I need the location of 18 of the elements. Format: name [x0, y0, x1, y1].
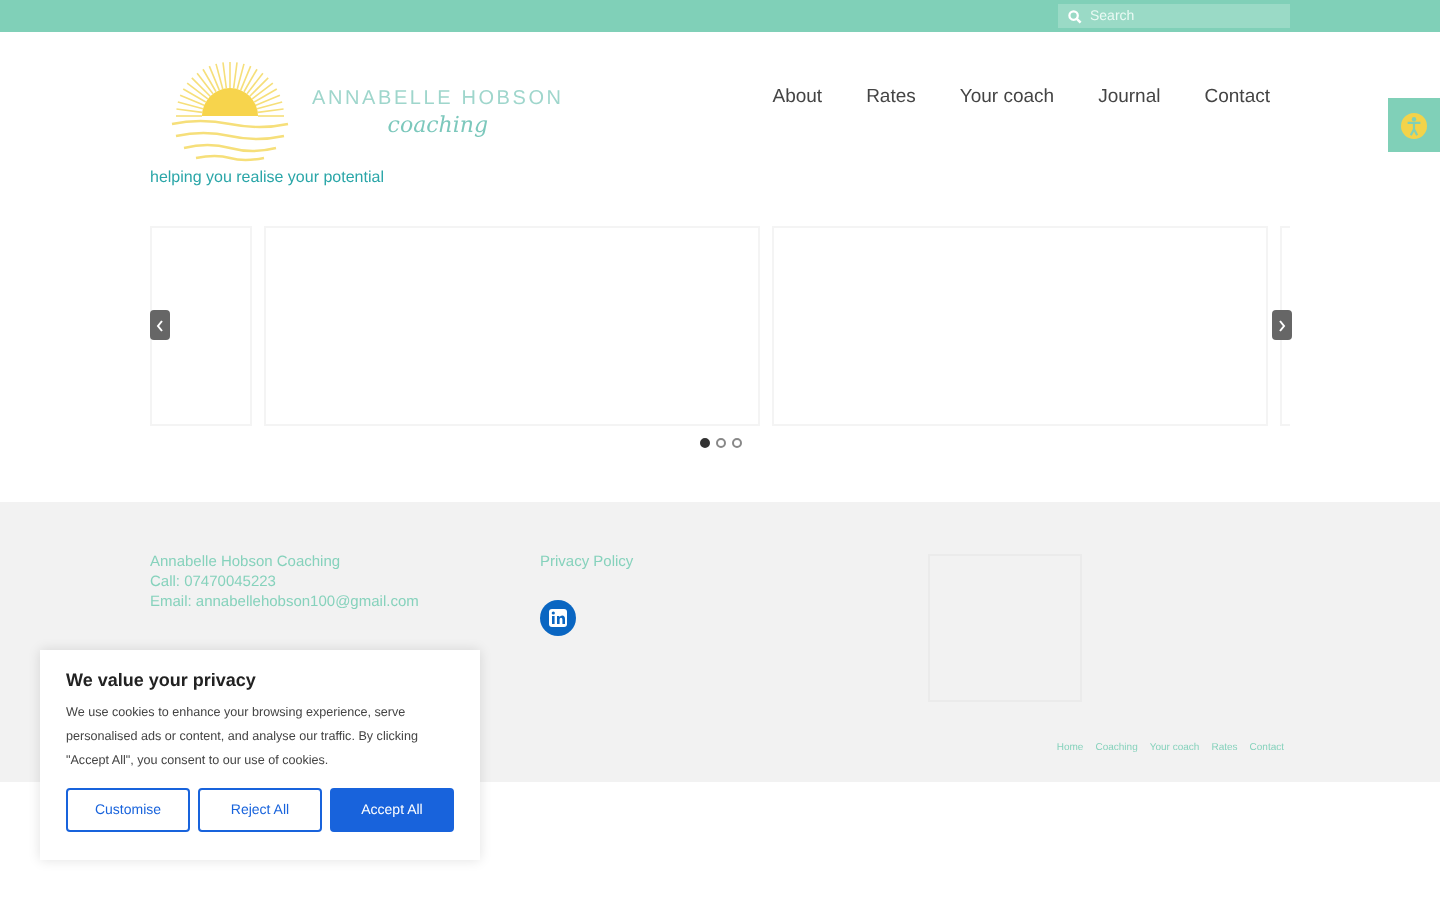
logo-script-text: coaching [387, 111, 489, 137]
nav-link[interactable]: Rates [866, 86, 916, 110]
cookie-title: We value your privacy [66, 670, 258, 690]
tagline: helping you realise your potential [150, 168, 386, 186]
logo-text: ANNABELLE HOBSON [312, 87, 564, 109]
nav-link[interactable]: Your coach [959, 86, 1055, 110]
nav-link[interactable]: Journal [1098, 86, 1161, 110]
chevron-left-icon [156, 319, 164, 331]
nav-link[interactable]: Contact [1204, 86, 1270, 110]
next-button[interactable] [1272, 310, 1292, 340]
carousel-dot[interactable] [731, 438, 741, 448]
nav-link[interactable]: About [772, 86, 823, 110]
linkedin-icon[interactable] [540, 600, 576, 636]
previous-button[interactable] [150, 310, 170, 340]
carousel-dot[interactable] [699, 438, 709, 448]
chevron-right-icon [1278, 319, 1286, 331]
accessibility-icon [1400, 111, 1428, 139]
carousel-dot[interactable] [715, 438, 725, 448]
